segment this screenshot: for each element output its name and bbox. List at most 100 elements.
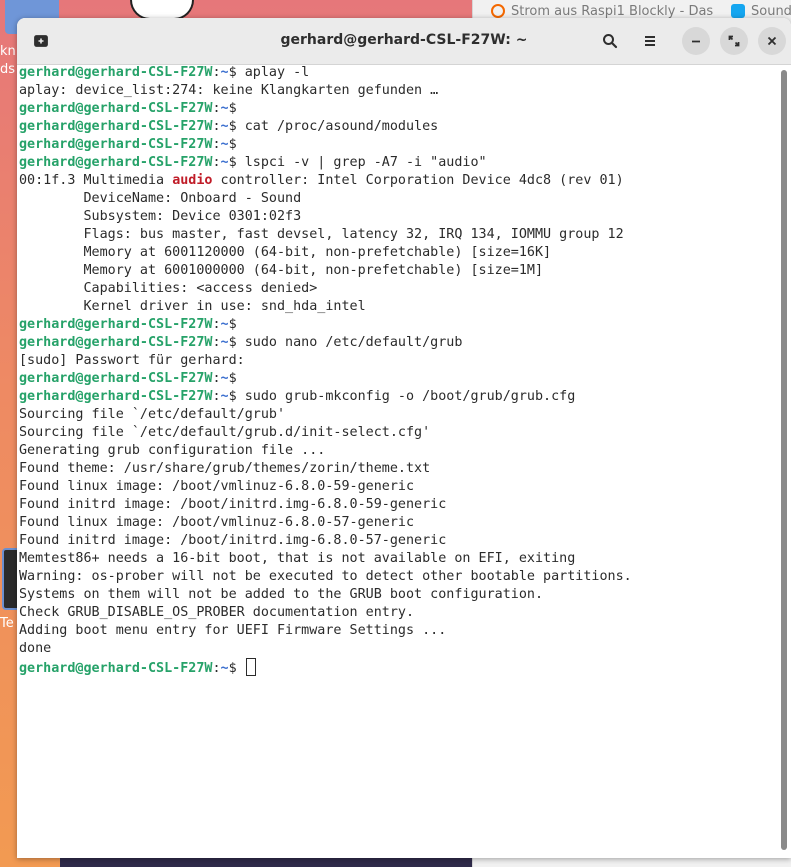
desktop-mascot-icon xyxy=(130,0,194,20)
output-text: 00:1f.3 Multimedia xyxy=(19,173,173,188)
text-cursor xyxy=(245,658,256,676)
terminal-output-line: [sudo] Passwort für gerhard: xyxy=(19,353,245,368)
prompt-colon: : xyxy=(212,137,221,152)
terminal-prompt-line: gerhard@gerhard-CSL-F27W:~$ xyxy=(19,316,779,334)
desktop-label-1: kn xyxy=(0,44,16,59)
prompt-symbol: $ xyxy=(228,65,245,80)
grafana-icon xyxy=(491,4,505,18)
menu-button[interactable] xyxy=(636,27,664,55)
desktop-label-3: Te xyxy=(0,616,14,631)
prompt-symbol: $ xyxy=(228,119,245,134)
prompt-colon: : xyxy=(212,119,221,134)
prompt-user-host: gerhard@gerhard-CSL-F27W xyxy=(19,389,213,404)
terminal-output-line: Found linux image: /boot/vmlinuz-6.8.0-5… xyxy=(19,515,415,530)
terminal-prompt-line: gerhard@gerhard-CSL-F27W:~$ sudo nano /e… xyxy=(19,334,779,352)
command-text: cat /proc/asound/modules xyxy=(244,119,439,134)
prompt-path: ~ xyxy=(220,65,229,80)
search-button[interactable] xyxy=(596,27,624,55)
terminal-output-line: done xyxy=(19,641,52,656)
terminal-title: gerhard@gerhard-CSL-F27W: ~ xyxy=(280,32,528,48)
terminal-output-line: Flags: bus master, fast devsel, latency … xyxy=(19,227,624,242)
prompt-colon: : xyxy=(212,335,221,350)
terminal-headerbar[interactable]: gerhard@gerhard-CSL-F27W: ~ xyxy=(17,18,791,65)
terminal-output-line: aplay: device_list:274: keine Klangkarte… xyxy=(19,83,439,98)
scrollbar-thumb[interactable] xyxy=(781,70,787,850)
prompt-user-host: gerhard@gerhard-CSL-F27W xyxy=(19,661,213,676)
terminal-prompt-line: gerhard@gerhard-CSL-F27W:~$ aplay -l xyxy=(19,64,779,82)
zorin-icon xyxy=(731,4,745,18)
terminal-output-line: Generating grub configuration file ... xyxy=(19,443,326,458)
command-text: sudo grub-mkconfig -o /boot/grub/grub.cf… xyxy=(244,389,576,404)
terminal-prompt-line: gerhard@gerhard-CSL-F27W:~$ xyxy=(19,136,779,154)
terminal-output-line: Memory at 6001120000 (64-bit, non-prefet… xyxy=(19,245,552,260)
prompt-colon: : xyxy=(212,371,221,386)
prompt-symbol: $ xyxy=(228,137,245,152)
terminal-output-line: Found theme: /usr/share/grub/themes/zori… xyxy=(19,461,431,476)
terminal-prompt-line: gerhard@gerhard-CSL-F27W:~$ cat /proc/as… xyxy=(19,118,779,136)
minimize-icon xyxy=(692,40,700,43)
prompt-user-host: gerhard@gerhard-CSL-F27W xyxy=(19,137,213,152)
terminal-prompt-line: gerhard@gerhard-CSL-F27W:~$ lspci -v | g… xyxy=(19,154,779,172)
prompt-user-host: gerhard@gerhard-CSL-F27W xyxy=(19,317,213,332)
browser-tab-1-label: Strom aus Raspi1 Blockly - Das xyxy=(511,3,714,19)
prompt-user-host: gerhard@gerhard-CSL-F27W xyxy=(19,371,213,386)
command-text: sudo nano /etc/default/grub xyxy=(244,335,463,350)
terminal-output-line: DeviceName: Onboard - Sound xyxy=(19,191,302,206)
prompt-user-host: gerhard@gerhard-CSL-F27W xyxy=(19,119,213,134)
terminal-output-line: Found initrd image: /boot/initrd.img-6.8… xyxy=(19,533,447,548)
terminal-output-line: Capabilities: <access denied> xyxy=(19,281,318,296)
output-text: controller: Intel Corporation Device 4dc… xyxy=(212,173,624,188)
terminal-output-line: Memory at 6001000000 (64-bit, non-prefet… xyxy=(19,263,544,278)
terminal-scrollbar[interactable] xyxy=(780,66,788,856)
prompt-path: ~ xyxy=(220,137,229,152)
prompt-path: ~ xyxy=(220,155,229,170)
prompt-user-host: gerhard@gerhard-CSL-F27W xyxy=(19,65,213,80)
terminal-content[interactable]: gerhard@gerhard-CSL-F27W:~$ aplay -l apla… xyxy=(19,64,779,858)
terminal-output-line: Subsystem: Device 0301:02f3 xyxy=(19,209,302,224)
prompt-path: ~ xyxy=(220,317,229,332)
prompt-path: ~ xyxy=(220,119,229,134)
prompt-colon: : xyxy=(212,155,221,170)
prompt-user-host: gerhard@gerhard-CSL-F27W xyxy=(19,155,213,170)
prompt-user-host: gerhard@gerhard-CSL-F27W xyxy=(19,101,213,116)
terminal-output-line: Found initrd image: /boot/initrd.img-6.8… xyxy=(19,497,447,512)
prompt-user-host: gerhard@gerhard-CSL-F27W xyxy=(19,335,213,350)
grep-match-highlight: audio xyxy=(172,173,213,188)
prompt-colon: : xyxy=(212,101,221,116)
terminal-output-line: 00:1f.3 Multimedia audio controller: Int… xyxy=(19,172,779,190)
terminal-prompt-line: gerhard@gerhard-CSL-F27W:~$ xyxy=(19,370,779,388)
prompt-colon: : xyxy=(212,389,221,404)
prompt-path: ~ xyxy=(220,389,229,404)
browser-tab-2-label: Sound xyxy=(751,3,791,19)
prompt-path: ~ xyxy=(220,101,229,116)
terminal-output-line: Found linux image: /boot/vmlinuz-6.8.0-5… xyxy=(19,479,415,494)
prompt-symbol: $ xyxy=(228,155,245,170)
close-button[interactable] xyxy=(758,27,786,55)
prompt-symbol: $ xyxy=(228,101,245,116)
command-text: lspci -v | grep -A7 -i "audio" xyxy=(244,155,487,170)
prompt-symbol: $ xyxy=(228,317,245,332)
terminal-prompt-line: gerhard@gerhard-CSL-F27W:~$ xyxy=(19,100,779,118)
terminal-output-line: Memtest86+ needs a 16-bit boot, that is … xyxy=(19,551,576,566)
maximize-button[interactable] xyxy=(720,27,748,55)
prompt-path: ~ xyxy=(220,371,229,386)
prompt-path: ~ xyxy=(220,335,229,350)
prompt-symbol: $ xyxy=(228,335,245,350)
maximize-icon xyxy=(728,35,740,47)
terminal-output-line: Systems on them will not be added to the… xyxy=(19,587,544,602)
terminal-output-line: Kernel driver in use: snd_hda_intel xyxy=(19,299,366,314)
minimize-button[interactable] xyxy=(682,27,710,55)
terminal-output-line: Adding boot menu entry for UEFI Firmware… xyxy=(19,623,447,638)
terminal-window[interactable]: gerhard@gerhard-CSL-F27W: ~ gerhard@gerh… xyxy=(17,18,791,858)
terminal-prompt-line: gerhard@gerhard-CSL-F27W:~$ sudo grub-mk… xyxy=(19,388,779,406)
terminal-output-line: Sourcing file `/etc/default/grub.d/init-… xyxy=(19,425,431,440)
search-icon xyxy=(603,34,618,49)
prompt-colon: : xyxy=(212,317,221,332)
prompt-symbol: $ xyxy=(228,389,245,404)
hamburger-menu-icon xyxy=(645,36,655,46)
terminal-prompt-line: gerhard@gerhard-CSL-F27W:~$ xyxy=(19,658,779,676)
prompt-colon: : xyxy=(212,661,221,676)
prompt-colon: : xyxy=(212,65,221,80)
prompt-symbol: $ xyxy=(228,371,245,386)
desktop-label-2: ds xyxy=(0,62,16,77)
